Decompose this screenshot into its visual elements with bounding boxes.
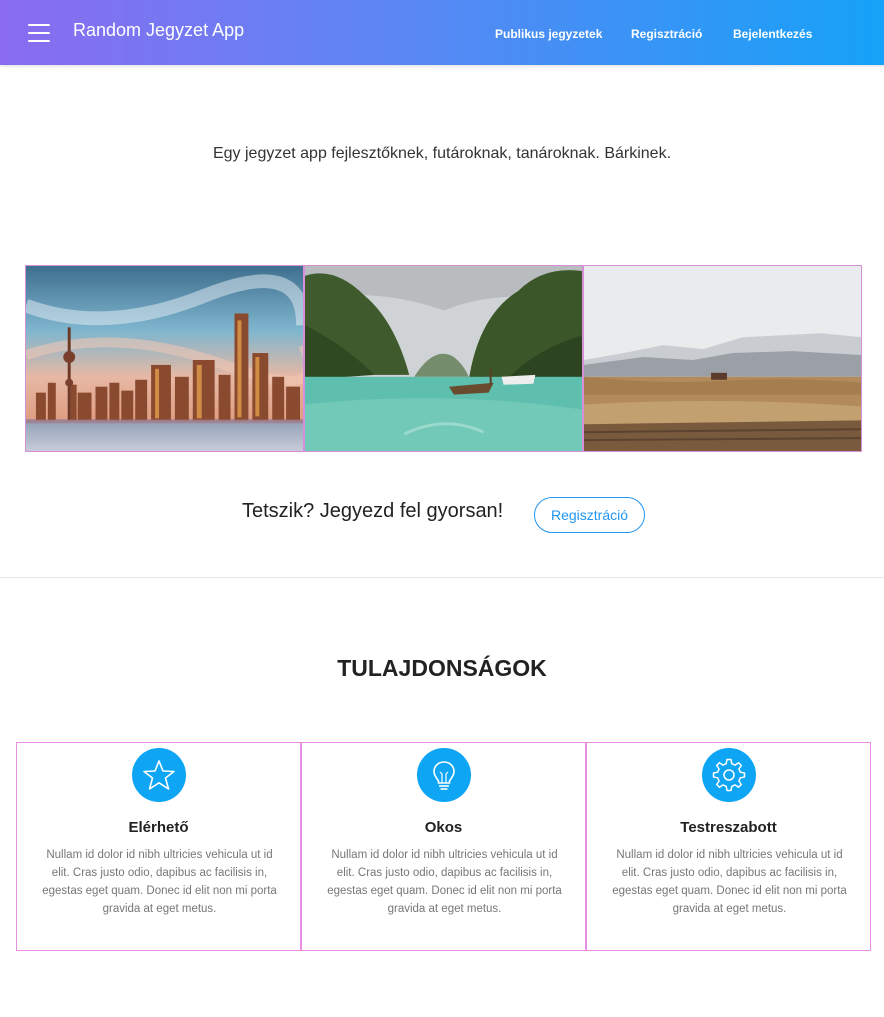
top-navbar: Random Jegyzet App Publikus jegyzetek Re… [0, 0, 884, 65]
gear-icon [701, 748, 756, 802]
mountain-plains-image [583, 265, 862, 452]
city-skyline-image [25, 265, 304, 452]
features-title: TULAJDONSÁGOK [337, 655, 547, 681]
nav-login-link[interactable]: Bejelentkezés [733, 27, 812, 41]
hero-tagline: Egy jegyzet app fejlesztőknek, futárokna… [212, 145, 672, 162]
nav-register-link[interactable]: Regisztráció [631, 27, 702, 41]
star-icon [131, 748, 186, 802]
feature-description: Nullam id dolor id nibh ultricies vehicu… [612, 849, 847, 915]
feature-description: Nullam id dolor id nibh ultricies vehicu… [327, 849, 562, 915]
tropical-bay-image [304, 265, 583, 452]
feature-title: Testreszabott [680, 819, 777, 836]
feature-title: Elérhető [128, 819, 189, 836]
lightbulb-icon [416, 748, 471, 802]
image-gallery [25, 265, 863, 452]
feature-description: Nullam id dolor id nibh ultricies vehicu… [42, 849, 277, 915]
feature-title: Okos [424, 819, 463, 836]
nav-public-notes-link[interactable]: Publikus jegyzetek [495, 27, 602, 41]
section-divider [0, 577, 884, 578]
feature-card-accessible: Elérhető Nullam id dolor id nibh ultrici… [16, 742, 301, 951]
brand-title[interactable]: Random Jegyzet App [73, 20, 244, 41]
register-button[interactable]: Regisztráció [534, 497, 645, 533]
cta-text: Tetszik? Jegyezd fel gyorsan! [242, 500, 504, 522]
feature-card-smart: Okos Nullam id dolor id nibh ultricies v… [301, 742, 586, 951]
hamburger-menu-icon[interactable] [28, 24, 50, 42]
features-list: Elérhető Nullam id dolor id nibh ultrici… [16, 742, 871, 951]
feature-card-customizable: Testreszabott Nullam id dolor id nibh ul… [586, 742, 871, 951]
